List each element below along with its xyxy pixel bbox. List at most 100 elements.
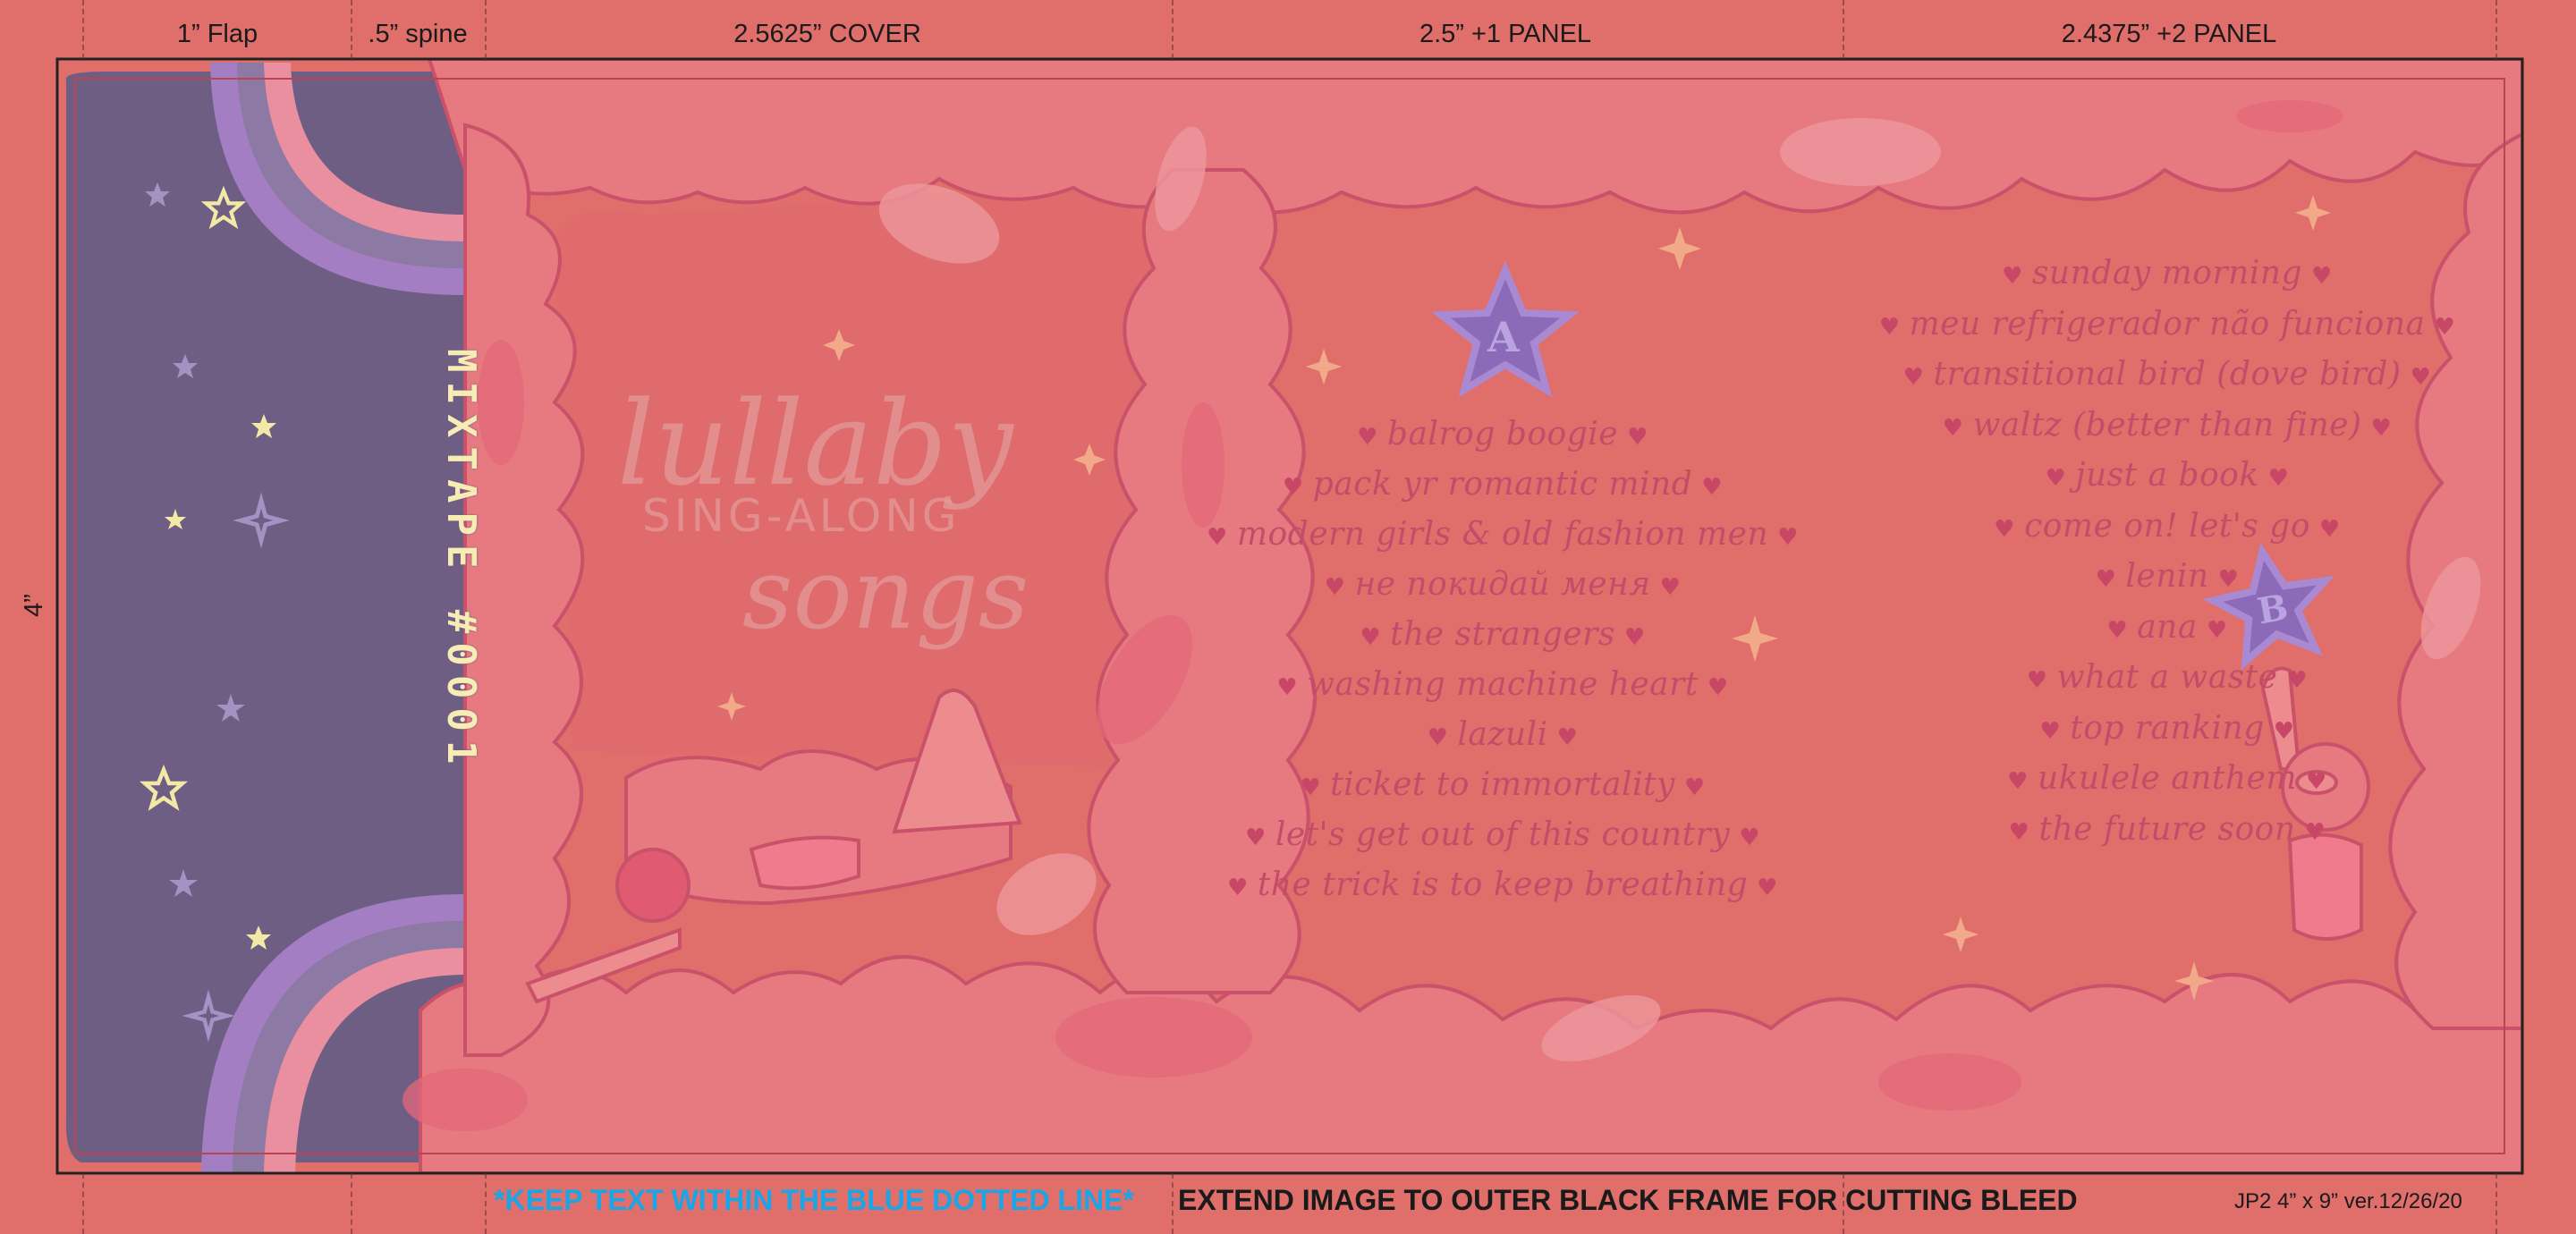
track-title: top ranking [2070, 709, 2265, 747]
spine-title: MIXTAPE #0001 [438, 349, 484, 773]
track-item: ♥ ana ♥ [2097, 609, 2236, 646]
heart-icon: ♥ [2217, 566, 2240, 593]
track-title: balrog boogie [1386, 416, 1619, 452]
template-spec: JP2 4” x 9” ver.12/26/20 [2234, 1189, 2462, 1213]
heart-icon: ♥ [1659, 574, 1682, 601]
heart-icon: ♥ [2273, 717, 2295, 745]
track-title: ana [2137, 608, 2198, 646]
cover-width-label: 2.5625” COVER [733, 20, 921, 48]
fold-line [82, 1173, 84, 1234]
heart-icon: ♥ [1360, 624, 1382, 651]
heart-icon: ♥ [1324, 574, 1346, 601]
heart-icon: ♥ [2370, 414, 2393, 442]
track-title: ticket to immortality [1330, 766, 1675, 803]
fold-line [485, 1173, 487, 1234]
track-title: modern girls & old fashion men [1236, 516, 1769, 553]
heart-icon: ♥ [1707, 674, 1729, 701]
track-item: ♥ come on! let's go ♥ [1985, 508, 2349, 545]
side-a-badge-letter: A [1487, 313, 1520, 361]
track-title: the strangers [1390, 616, 1615, 653]
track-item: ♥ what a waste ♥ [2018, 659, 2317, 696]
fold-line [1843, 0, 1844, 59]
fold-line [485, 0, 487, 59]
track-title: meu refrigerador não funciona [1909, 305, 2426, 342]
track-title: lenin [2125, 558, 2209, 595]
heart-icon: ♥ [2311, 263, 2333, 290]
heart-icon: ♥ [2286, 667, 2309, 694]
heart-icon: ♥ [1207, 524, 1228, 551]
heart-icon: ♥ [1942, 414, 1964, 442]
track-item: ♥ transitional bird (dove bird) ♥ [1894, 356, 2441, 393]
cover-title-songs: songs [742, 537, 1030, 651]
track-title: transitional bird (dove bird) [1933, 356, 2402, 393]
track-item: ♥ balrog boogie ♥ [1348, 416, 1657, 452]
track-item: ♥ pack yr romantic mind ♥ [1274, 466, 1732, 503]
heart-icon: ♥ [2318, 515, 2341, 543]
track-title: waltz (better than fine) [1972, 406, 2362, 444]
track-title: не покидай меня [1354, 566, 1651, 603]
track-title: let's get out of this country [1275, 816, 1731, 853]
track-item: ♥ ukulele anthem ♥ [1998, 760, 2336, 797]
heart-icon: ♥ [1357, 424, 1378, 451]
track-title: pack yr romantic mind [1312, 466, 1693, 503]
track-item: ♥ just a book ♥ [2037, 457, 2299, 494]
track-item: ♥ washing machine heart ♥ [1267, 666, 1737, 703]
track-item: ♥ lenin ♥ [2087, 558, 2249, 595]
fold-line [2496, 0, 2497, 59]
fold-line [1172, 0, 1174, 59]
heart-icon: ♥ [1282, 474, 1304, 501]
track-item: ♥ modern girls & old fashion men ♥ [1198, 516, 1808, 553]
track-item: ♥ sunday morning ♥ [1993, 255, 2342, 292]
track-item: ♥ не покидай меня ♥ [1316, 566, 1690, 603]
fold-line [351, 1173, 352, 1234]
cover-title-singalong: SING-ALONG [642, 490, 961, 542]
heart-icon: ♥ [1757, 875, 1778, 901]
height-label: 4” [20, 594, 48, 617]
track-item: ♥ the trick is to keep breathing ♥ [1218, 866, 1787, 903]
track-item: ♥ waltz (better than fine) ♥ [1934, 407, 2402, 444]
heart-icon: ♥ [1427, 724, 1449, 751]
heart-icon: ♥ [2267, 465, 2290, 492]
spine-width-label: .5” spine [368, 20, 468, 48]
heart-icon: ♥ [1276, 674, 1299, 701]
heart-icon: ♥ [1902, 364, 1925, 391]
heart-icon: ♥ [1245, 824, 1267, 851]
heart-icon: ♥ [1777, 524, 1799, 551]
track-title: ukulele anthem [2037, 760, 2298, 797]
heart-icon: ♥ [1556, 724, 1579, 751]
track-title: sunday morning [2031, 255, 2303, 292]
panel2-width-label: 2.4375” +2 PANEL [2061, 20, 2277, 48]
fold-line [351, 0, 352, 59]
track-title: what a waste [2056, 659, 2278, 696]
track-title: the future soon [2038, 810, 2296, 848]
heart-icon: ♥ [1878, 313, 1901, 341]
heart-icon: ♥ [2206, 616, 2228, 644]
heart-icon: ♥ [2306, 768, 2327, 795]
heart-icon: ♥ [1739, 824, 1760, 851]
heart-icon: ♥ [2002, 263, 2023, 290]
heart-icon: ♥ [2045, 465, 2067, 492]
track-title: lazuli [1457, 716, 1548, 753]
flap-width-label: 1” Flap [176, 20, 258, 48]
track-title: come on! let's go [2024, 507, 2310, 545]
fold-line [2496, 1173, 2497, 1234]
track-title: just a book [2075, 457, 2259, 494]
heart-icon: ♥ [1683, 774, 1706, 801]
heart-icon: ♥ [2008, 818, 2030, 846]
fold-line [82, 0, 84, 59]
heart-icon: ♥ [2026, 667, 2048, 694]
heart-icon: ♥ [2434, 313, 2456, 341]
heart-icon: ♥ [1701, 474, 1724, 501]
keep-text-notice: *KEEP TEXT WITHIN THE BLUE DOTTED LINE* [494, 1184, 1134, 1216]
heart-icon: ♥ [1300, 774, 1322, 801]
track-item: ♥ top ranking ♥ [2030, 710, 2303, 747]
track-item: ♥ the strangers ♥ [1351, 616, 1654, 653]
track-item: ♥ meu refrigerador não funciona ♥ [1870, 306, 2465, 342]
heart-icon: ♥ [1623, 624, 1646, 651]
heart-icon: ♥ [2304, 818, 2326, 846]
track-item: ♥ the future soon ♥ [2000, 811, 2335, 848]
heart-icon: ♥ [2039, 717, 2062, 745]
heart-icon: ♥ [2106, 616, 2129, 644]
heart-icon: ♥ [1227, 875, 1249, 901]
fold-line [1172, 1173, 1174, 1234]
